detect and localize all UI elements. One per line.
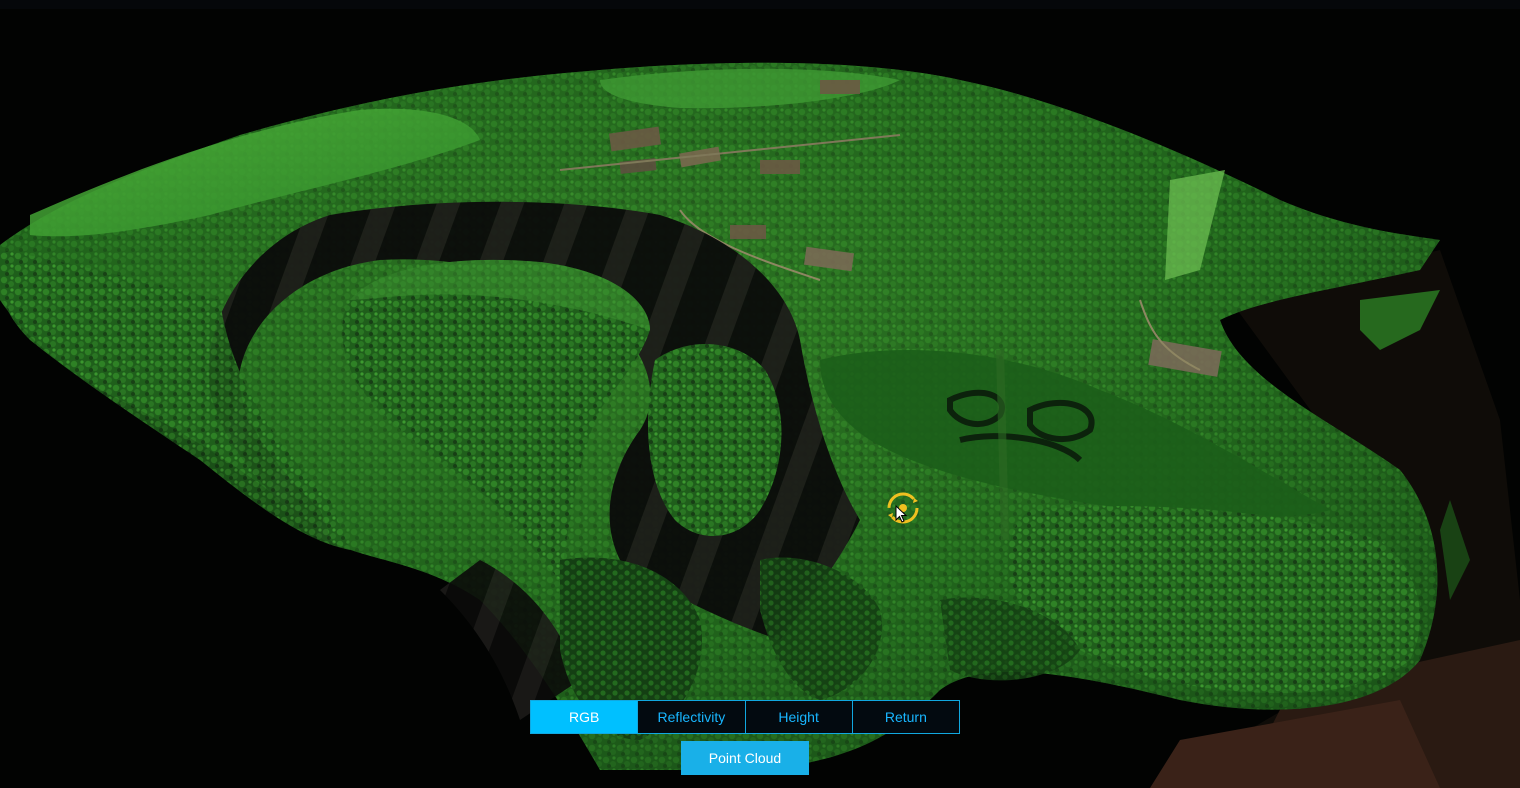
tab-rgb[interactable]: RGB: [531, 701, 639, 733]
point-cloud-viewport[interactable]: RGB Reflectivity Height Return Point Clo…: [0, 0, 1520, 788]
render-mode-tabs: RGB Reflectivity Height Return: [530, 700, 960, 734]
tab-height[interactable]: Height: [746, 701, 853, 733]
point-cloud-scene[interactable]: [0, 0, 1520, 788]
orbit-cursor-icon: [884, 489, 922, 527]
point-cloud-button[interactable]: Point Cloud: [681, 741, 809, 775]
tab-return[interactable]: Return: [853, 701, 959, 733]
tab-reflectivity[interactable]: Reflectivity: [638, 701, 746, 733]
